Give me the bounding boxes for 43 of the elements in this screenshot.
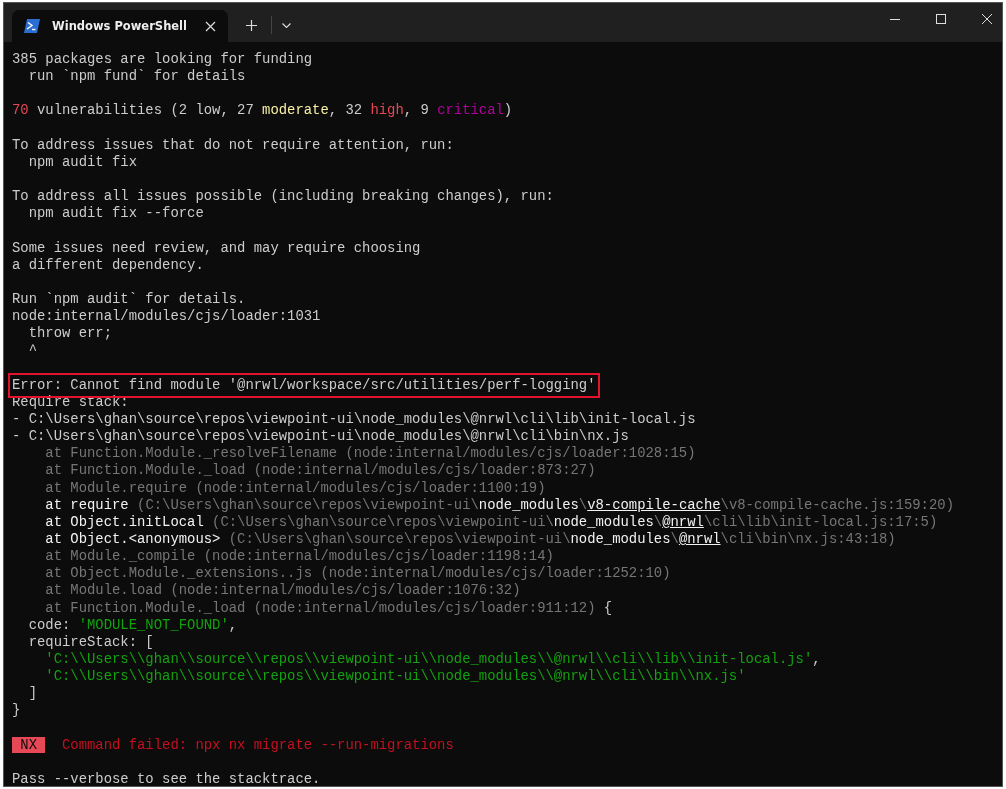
new-tab-icon[interactable] bbox=[246, 20, 257, 31]
powershell-icon bbox=[24, 19, 40, 33]
close-icon[interactable] bbox=[205, 20, 216, 32]
terminal-line: 'C:\\Users\\ghan\\source\\repos\\viewpoint-ui\\node_modules\\@nrwl\\cli\\lib\\init-local.js', bbox=[44, 650, 821, 669]
terminal-line: npm audit fix bbox=[27, 153, 138, 171]
maximize-icon[interactable] bbox=[936, 14, 946, 24]
terminal-tab[interactable]: Windows PowerShell bbox=[12, 10, 228, 42]
terminal-line: Pass --verbose to see the stacktrace. bbox=[12, 770, 321, 786]
terminal-line: at Object.Module._extensions..js (node:internal/modules/cjs/loader:1252:10) bbox=[44, 565, 671, 583]
terminal-line: at Function.Module._resolveFilename (node:internal/modules/cjs/loader:1028:15) bbox=[44, 445, 696, 463]
terminal-line: npm audit fix --force bbox=[27, 205, 204, 223]
terminal-line: 'C:\\Users\\ghan\\source\\repos\\viewpoint-ui\\node_modules\\@nrwl\\cli\\bin\\nx.js' bbox=[44, 668, 746, 686]
terminal-line: ^ bbox=[27, 342, 37, 360]
caret-icon[interactable] bbox=[282, 23, 291, 28]
terminal-line: at Module._compile (node:internal/modules/cjs/loader:1198:14) bbox=[44, 548, 554, 566]
close-icon[interactable] bbox=[982, 14, 992, 24]
terminal-line: requireStack: [ bbox=[27, 633, 154, 651]
terminal-line: To address all issues possible (including breaking changes), run: bbox=[12, 188, 554, 206]
terminal-line: at Object.<anonymous> (C:\Users\ghan\source\repos\viewpoint-ui\node_modules\@nrwl\cli\bin\nx.js:43:18) bbox=[44, 530, 896, 549]
terminal-line: at Function.Module._load (node:internal/modules/cjs/loader:911:12) { bbox=[44, 599, 613, 617]
terminal-line: 385 packages are looking for funding bbox=[12, 51, 313, 69]
terminal-line: at Module.load (node:internal/modules/cjs/loader:1076:32) bbox=[44, 582, 521, 600]
terminal-line: a different dependency. bbox=[12, 256, 204, 274]
terminal-line: - C:\Users\ghan\source\repos\viewpoint-ui\node_modules\@nrwl\cli\lib\init-local.js bbox=[12, 410, 696, 429]
terminal-line: Run `npm audit` for details. bbox=[12, 290, 246, 309]
terminal-line: Require stack: bbox=[12, 393, 129, 411]
terminal-line: at Module.require (node:internal/modules/cjs/loader:1100:19) bbox=[44, 479, 546, 497]
terminal-line: NX Command failed: npx nx migrate --run-migrations bbox=[12, 736, 454, 754]
terminal-line: at require (C:\Users\ghan\source\repos\viewpoint-ui\node_modules\v8-compile-cache\v8-compile-cache.js:159:20) bbox=[44, 496, 954, 514]
terminal-line: ] bbox=[27, 685, 37, 703]
terminal-line: Some issues need review, and may require choosing bbox=[12, 239, 421, 257]
terminal-line: 70 vulnerabilities (2 low, 27 moderate, 32 high, 9 critical) bbox=[12, 102, 513, 120]
terminal-line: node:internal/modules/cjs/loader:1031 bbox=[12, 308, 321, 326]
terminal-line: To address issues that do not require attention, run: bbox=[12, 136, 454, 154]
terminal-line: run `npm fund` for details bbox=[27, 68, 246, 86]
terminal-line: throw err; bbox=[27, 325, 113, 343]
tab-title: Windows PowerShell bbox=[52, 19, 188, 33]
terminal-line: at Function.Module._load (node:internal/modules/cjs/loader:873:27) bbox=[44, 462, 596, 480]
terminal-line: - C:\Users\ghan\source\repos\viewpoint-ui\node_modules\@nrwl\cli\bin\nx.js bbox=[12, 428, 629, 446]
terminal-line: } bbox=[12, 702, 21, 720]
minimize-icon[interactable] bbox=[890, 18, 900, 20]
terminal-line: code: 'MODULE_NOT_FOUND', bbox=[27, 616, 238, 634]
terminal-line: at Object.initLocal (C:\Users\ghan\source\repos\viewpoint-ui\node_modules\@nrwl\cli\lib\init-local.js:17:5) bbox=[44, 513, 938, 531]
